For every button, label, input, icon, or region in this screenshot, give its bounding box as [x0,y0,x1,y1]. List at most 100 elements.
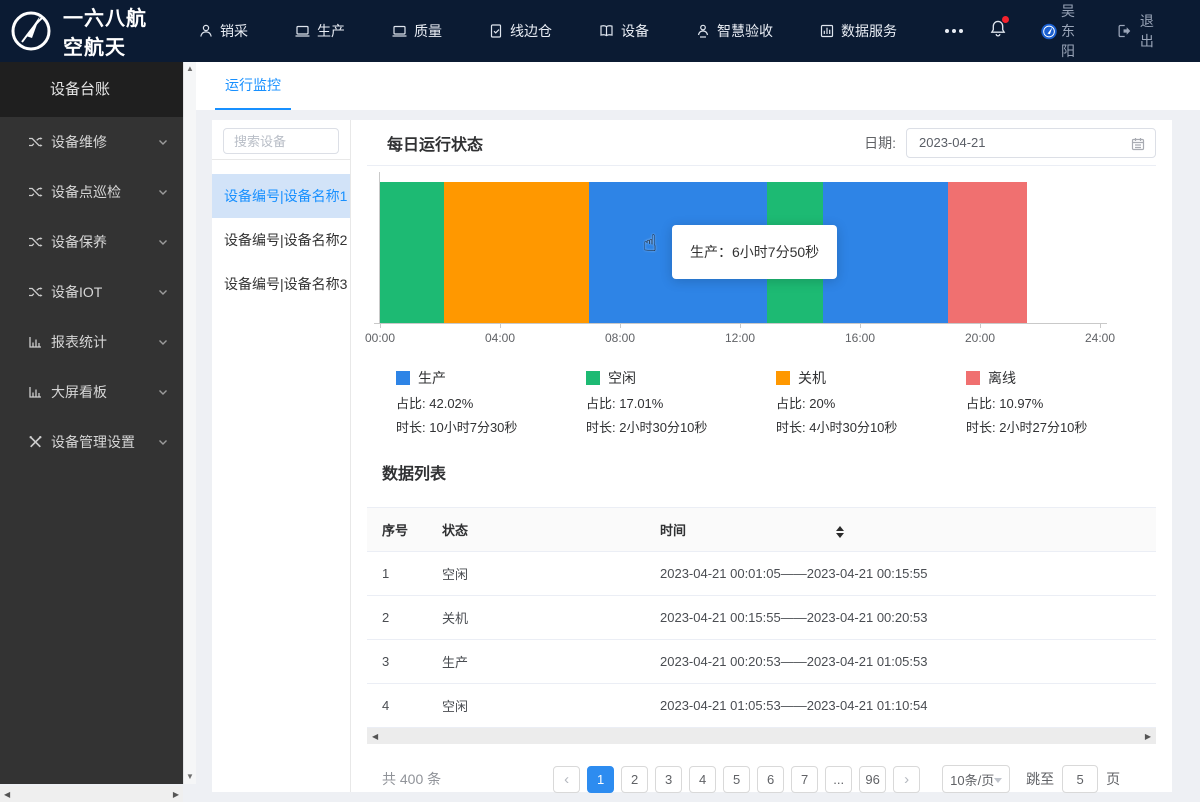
data-list-title: 数据列表 [382,466,447,483]
page-number-button[interactable]: 4 [689,765,717,793]
nav-label: 线边仓 [510,23,552,39]
legend-item: 离线 占比: 10.97% 时长: 2小时27分10秒 [966,368,1156,436]
sidebar-item-device-inspection[interactable]: 设备点巡检 [0,167,183,217]
page-number-button[interactable]: ... [825,765,853,793]
nav-item-equipment[interactable]: 设备 [598,21,649,41]
duration-label: 时长: [966,420,996,435]
y-axis-line [379,172,380,324]
prev-page-button[interactable]: ‹ [553,765,581,793]
tick-label: 04:00 [484,331,516,345]
status-segment[interactable] [444,182,589,323]
page-size-select[interactable]: 10条/页 [942,765,1011,793]
nav-item-line-warehouse[interactable]: 线边仓 [488,21,552,41]
shuffle-icon [29,137,43,147]
tab-running-monitor[interactable]: 运行监控 [215,62,291,110]
search-box [212,120,350,160]
legend-name: 离线 [988,370,1016,386]
sidebar-horizontal-scrollbar[interactable]: ◀ ▶ [0,786,183,802]
hand-cursor-icon: ☝ [643,230,658,256]
search-input[interactable] [223,128,339,154]
sidebar-item-device-settings[interactable]: 设备管理设置 [0,417,183,467]
brand-name: 一六八航空航天 [63,8,147,59]
sidebar-item-device-ledger[interactable]: 设备台账 [0,62,183,117]
table-horizontal-scrollbar[interactable]: ◀ ▶ [367,728,1156,744]
nav-item-purchase[interactable]: 销采 [198,21,248,41]
page-number-button[interactable]: 7 [791,765,819,793]
column-header-status: 状态 [442,507,660,552]
sidebar-item-device-maintenance[interactable]: 设备保养 [0,217,183,267]
clipboard-check-icon [490,24,502,38]
page-number-button[interactable]: 3 [655,765,683,793]
chart-icon [29,387,41,398]
nav-label: 质量 [414,23,442,39]
ratio-value: 42.02% [429,396,474,411]
legend-swatch [586,371,600,385]
scroll-right-arrow-icon[interactable]: ▶ [1145,732,1151,741]
status-segment[interactable] [948,182,1028,323]
nav-item-data-service[interactable]: 数据服务 [819,21,897,41]
legend-swatch [966,371,980,385]
scroll-left-arrow-icon[interactable]: ◀ [372,732,378,741]
device-list-item[interactable]: 设备编号|设备名称2 [212,218,350,262]
scroll-left-arrow-icon[interactable]: ◀ [4,790,10,799]
cell-status: 空闲 [442,683,660,728]
device-list-item[interactable]: 设备编号|设备名称1 [212,174,350,218]
status-segment[interactable] [822,182,949,323]
table-row: 2 关机 2023-04-21 00:15:55——2023-04-21 00:… [367,595,1156,640]
scroll-right-arrow-icon[interactable]: ▶ [173,790,179,799]
tools-icon [29,436,42,448]
more-menu-icon[interactable] [945,29,963,33]
nav-item-production[interactable]: 生产 [294,21,345,41]
user-menu[interactable]: 吴东阳 [1041,1,1086,61]
person-badge-icon [697,24,709,38]
book-icon [600,25,613,37]
tick-label: 08:00 [604,331,635,345]
data-table: 序号 状态 时间 1 空闲 2023-04-21 00:01:05——2023-… [367,507,1156,728]
chevron-down-icon [159,290,167,295]
duration-value: 10小时7分30秒 [429,420,518,435]
page-number-button[interactable]: 5 [723,765,751,793]
scroll-down-arrow-icon[interactable]: ▼ [186,773,194,781]
page-number-button[interactable]: 1 [587,765,615,793]
chevron-down-icon [159,440,167,445]
device-list-item[interactable]: 设备编号|设备名称3 [212,262,350,306]
nav-label: 设备 [621,23,649,39]
cell-status: 空闲 [442,551,660,596]
ratio-label: 占比: [586,396,616,411]
laptop-icon [295,25,310,37]
jump-page-input[interactable] [1062,765,1099,793]
tick-mark [500,324,501,328]
brand: 一六八航空航天 [9,2,166,60]
sidebar-vertical-scrollbar[interactable]: ▲ ▼ [183,62,196,784]
sort-icon[interactable] [836,525,845,538]
legend-item: 关机 占比: 20% 时长: 4小时30分10秒 [776,368,966,436]
cell-time: 2023-04-21 00:20:53——2023-04-21 01:05:53 [660,639,1156,684]
page-number-button[interactable]: 2 [621,765,649,793]
sidebar-item-device-iot[interactable]: 设备IOT [0,267,183,317]
page-number-button[interactable]: 96 [859,765,887,793]
status-segment[interactable] [380,182,445,323]
column-header-time: 时间 [660,507,1156,552]
sidebar-item-device-repair[interactable]: 设备维修 [0,117,183,167]
histogram-icon [820,24,834,38]
tick-label: 12:00 [724,331,756,345]
chart-icon [29,337,41,348]
cell-index: 2 [367,595,442,640]
chevron-down-icon [159,240,167,245]
scroll-up-arrow-icon[interactable]: ▲ [186,65,194,73]
duration-label: 时长: [776,420,806,435]
date-picker[interactable]: 2023-04-21 [906,127,1156,158]
notification-bell[interactable] [989,16,1009,43]
nav-item-quality[interactable]: 质量 [391,21,442,41]
next-page-button[interactable]: › [893,765,921,793]
page-number-button[interactable]: 6 [757,765,785,793]
chart-legend: 生产 占比: 42.02% 时长: 10小时7分30秒 空闲 占比: 17.01… [396,368,1156,436]
page-size-value: 10条/页 [950,772,995,788]
laptop-icon [392,25,407,37]
sidebar-item-report-statistics[interactable]: 报表统计 [0,317,183,367]
nav-item-smart-acceptance[interactable]: 智慧验收 [695,21,773,41]
logout-button[interactable]: 退出 [1116,11,1160,51]
sidebar-item-dashboard[interactable]: 大屏看板 [0,367,183,417]
ratio-value: 20% [809,396,836,411]
calendar-icon [1131,137,1145,150]
